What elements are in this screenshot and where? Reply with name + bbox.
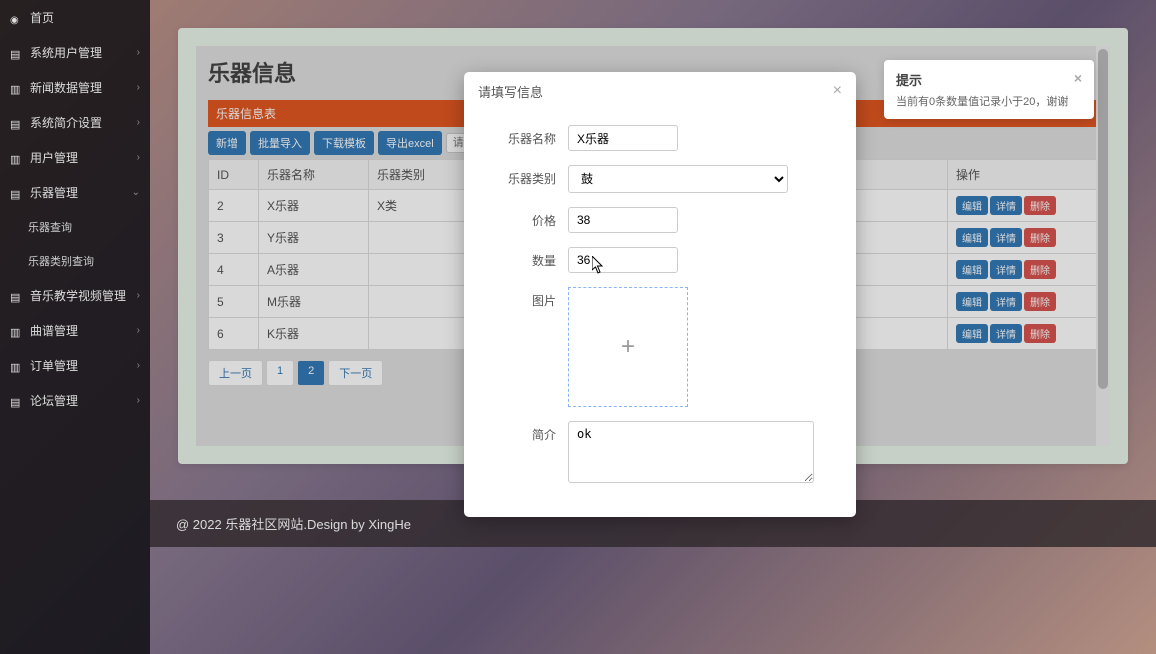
label-price: 价格 [478, 207, 568, 229]
label-name: 乐器名称 [478, 125, 568, 147]
chevron-right-icon: › [137, 82, 140, 93]
modal-body: 乐器名称 乐器类别 鼓 价格 数量 图片 + 简介 [464, 111, 856, 517]
input-qty[interactable] [568, 247, 678, 273]
sidebar-item-orders[interactable]: 订单管理 › [0, 348, 150, 383]
sidebar-item-label: 乐器类别查询 [28, 253, 94, 269]
list-icon [10, 47, 24, 59]
sidebar-item-home[interactable]: 首页 [0, 0, 150, 35]
input-name[interactable] [568, 125, 678, 151]
sidebar-item-label: 新闻数据管理 [30, 79, 102, 96]
chevron-right-icon: › [137, 290, 140, 301]
sidebar-item-users[interactable]: 用户管理 › [0, 140, 150, 175]
page-icon [10, 82, 24, 94]
chevron-right-icon: › [137, 117, 140, 128]
page-icon [10, 325, 24, 337]
sidebar-item-label: 用户管理 [30, 149, 78, 166]
sidebar-item-forum[interactable]: 论坛管理 › [0, 383, 150, 418]
page-icon [10, 360, 24, 372]
modal-title: 请填写信息 [478, 82, 543, 101]
chevron-right-icon: › [137, 47, 140, 58]
modal-header: 请填写信息 × [464, 72, 856, 111]
sidebar-item-news[interactable]: 新闻数据管理 › [0, 70, 150, 105]
textarea-intro[interactable] [568, 421, 814, 483]
input-price[interactable] [568, 207, 678, 233]
chevron-right-icon: › [137, 395, 140, 406]
edit-modal: 请填写信息 × 乐器名称 乐器类别 鼓 价格 数量 图片 + 简介 [464, 72, 856, 517]
sidebar-item-scores[interactable]: 曲谱管理 › [0, 313, 150, 348]
close-icon[interactable]: × [833, 82, 842, 101]
plus-icon: + [621, 333, 635, 361]
sidebar-subitem-category-query[interactable]: 乐器类别查询 [0, 244, 150, 278]
sidebar-item-label: 乐器查询 [28, 219, 72, 235]
sidebar-item-label: 论坛管理 [30, 392, 78, 409]
list-icon [10, 395, 24, 407]
sidebar-item-label: 音乐教学视频管理 [30, 287, 126, 304]
chevron-right-icon: › [137, 325, 140, 336]
chevron-right-icon: › [137, 360, 140, 371]
chevron-down-icon: ⌄ [132, 187, 140, 198]
label-intro: 简介 [478, 421, 568, 443]
sidebar-item-label: 订单管理 [30, 357, 78, 374]
image-uploader[interactable]: + [568, 287, 688, 407]
sidebar: 首页 系统用户管理 › 新闻数据管理 › 系统简介设置 › 用户管理 › 乐器管… [0, 0, 150, 654]
toast-title: 提示 [896, 70, 922, 89]
sidebar-item-label: 乐器管理 [30, 184, 78, 201]
sidebar-subitem-instrument-query[interactable]: 乐器查询 [0, 210, 150, 244]
sidebar-item-label: 曲谱管理 [30, 322, 78, 339]
list-icon [10, 117, 24, 129]
select-category[interactable]: 鼓 [568, 165, 788, 193]
page-icon [10, 152, 24, 164]
chevron-right-icon: › [137, 152, 140, 163]
label-image: 图片 [478, 287, 568, 309]
toast: 提示 × 当前有0条数量值记录小于20，谢谢 [884, 60, 1094, 119]
label-qty: 数量 [478, 247, 568, 269]
list-icon [10, 187, 24, 199]
list-icon [10, 290, 24, 302]
sidebar-item-videos[interactable]: 音乐教学视频管理 › [0, 278, 150, 313]
toast-body: 当前有0条数量值记录小于20，谢谢 [896, 93, 1082, 109]
label-category: 乐器类别 [478, 165, 568, 187]
sidebar-item-sysuser[interactable]: 系统用户管理 › [0, 35, 150, 70]
dashboard-icon [10, 12, 24, 24]
sidebar-item-instruments[interactable]: 乐器管理 ⌄ [0, 175, 150, 210]
sidebar-item-label: 首页 [30, 9, 54, 26]
sidebar-item-label: 系统简介设置 [30, 114, 102, 131]
sidebar-item-label: 系统用户管理 [30, 44, 102, 61]
sidebar-item-sysintro[interactable]: 系统简介设置 › [0, 105, 150, 140]
close-icon[interactable]: × [1074, 70, 1082, 89]
